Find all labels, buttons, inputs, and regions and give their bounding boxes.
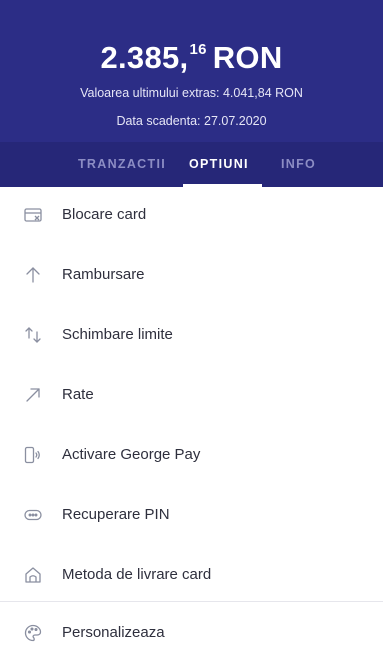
- menu-item-metoda-livrare[interactable]: Metoda de livrare card: [0, 547, 383, 603]
- menu-item-label: Blocare card: [62, 206, 147, 223]
- menu-item-rambursare[interactable]: Rambursare: [0, 247, 383, 303]
- card-block-icon: [24, 206, 42, 224]
- menu-item-label: Schimbare limite: [62, 326, 173, 343]
- menu-item-personalizeaza[interactable]: Personalizeaza: [0, 605, 383, 661]
- menu-item-blocare-card[interactable]: Blocare card: [0, 187, 383, 243]
- due-date: Data scadenta: 27.07.2020: [116, 114, 267, 128]
- menu-item-label: Personalizeaza: [62, 624, 165, 641]
- palette-icon: [24, 624, 42, 642]
- pin-dots-icon: [24, 506, 42, 524]
- account-header: 2.385,16 RON Valoarea ultimului extras: 4…: [0, 0, 383, 187]
- menu-item-recuperare-pin[interactable]: Recuperare PIN: [0, 487, 383, 543]
- menu-item-label: Recuperare PIN: [62, 506, 170, 523]
- menu-item-label: Metoda de livrare card: [62, 566, 212, 583]
- menu-item-label: Rate: [62, 386, 94, 403]
- menu-item-label: Activare George Pay: [62, 446, 201, 463]
- balance-amount: 2.385,16 RON: [0, 30, 383, 78]
- menu-item-label: Rambursare: [62, 266, 145, 283]
- balance-decimal: 16: [189, 41, 207, 58]
- home-icon: [24, 566, 42, 584]
- tab-info[interactable]: INFO: [281, 142, 316, 187]
- arrow-up-right-icon: [24, 386, 42, 404]
- balance-integer: 2.385,: [100, 40, 189, 75]
- tab-optiuni[interactable]: OPTIUNI: [189, 142, 249, 187]
- menu-item-rate[interactable]: Rate: [0, 367, 383, 423]
- tab-tranzactii[interactable]: TRANZACTII: [78, 142, 166, 187]
- up-down-arrows-icon: [24, 326, 42, 344]
- balance-currency: RON: [212, 40, 283, 75]
- last-statement-value: Valoarea ultimului extras: 4.041,84 RON: [80, 86, 303, 100]
- menu-item-activare-george-pay[interactable]: Activare George Pay: [0, 427, 383, 483]
- phone-nfc-icon: [24, 446, 42, 464]
- menu-item-schimbare-limite[interactable]: Schimbare limite: [0, 307, 383, 363]
- menu-divider: [0, 601, 383, 602]
- tab-bar: TRANZACTII OPTIUNI INFO: [0, 142, 383, 187]
- arrow-up-icon: [24, 266, 42, 284]
